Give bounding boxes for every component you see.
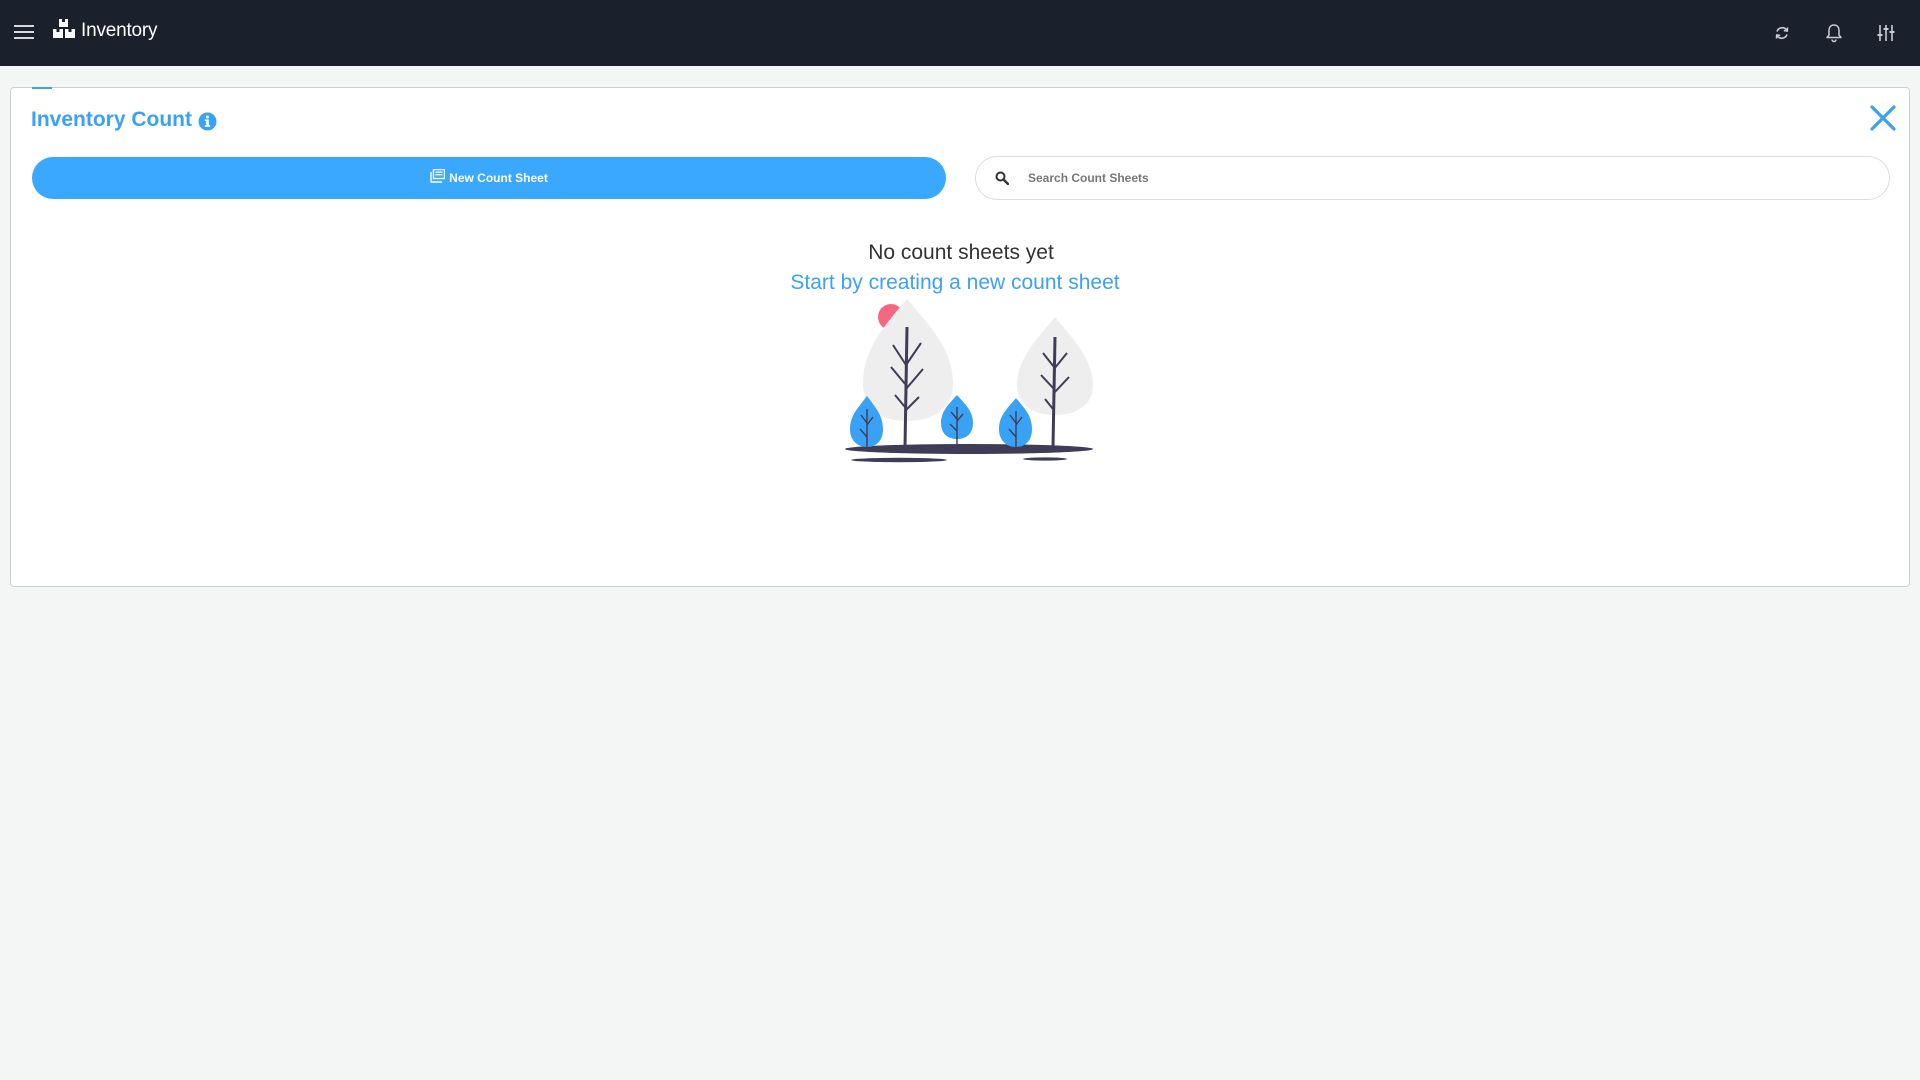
new-sheet-icon <box>430 169 446 183</box>
app-title: Inventory <box>81 20 158 41</box>
panel-title: Inventory Count <box>31 108 217 132</box>
info-icon[interactable] <box>198 112 217 131</box>
search-icon <box>994 170 1010 186</box>
ground-shadow <box>845 444 1093 454</box>
sliders-icon[interactable] <box>1874 21 1898 45</box>
app-brand[interactable]: Inventory <box>53 18 158 44</box>
top-navigation-bar: Inventory <box>0 0 1920 66</box>
large-tree-left <box>863 299 953 421</box>
new-count-sheet-label: New Count Sheet <box>449 171 548 185</box>
empty-state-subheading: Start by creating a new count sheet <box>790 271 1120 294</box>
panel-title-text: Inventory Count <box>31 108 192 131</box>
new-count-sheet-button[interactable]: New Count Sheet <box>32 157 946 199</box>
top-actions <box>1770 0 1898 66</box>
refresh-icon[interactable] <box>1770 21 1794 45</box>
boxes-logo-icon <box>53 19 75 43</box>
empty-state-heading: No count sheets yet <box>868 241 1054 264</box>
panel-tab-marker <box>32 87 52 89</box>
empty-state-trees-illustration <box>833 297 1093 471</box>
search-box[interactable] <box>975 156 1890 200</box>
close-icon[interactable] <box>1867 102 1899 134</box>
bell-icon[interactable] <box>1822 21 1846 45</box>
inventory-count-panel: Inventory Count New Count Sheet Search C… <box>10 87 1910 587</box>
search-count-sheets-input[interactable] <box>1028 171 1848 185</box>
hamburger-menu-icon[interactable] <box>12 20 36 44</box>
